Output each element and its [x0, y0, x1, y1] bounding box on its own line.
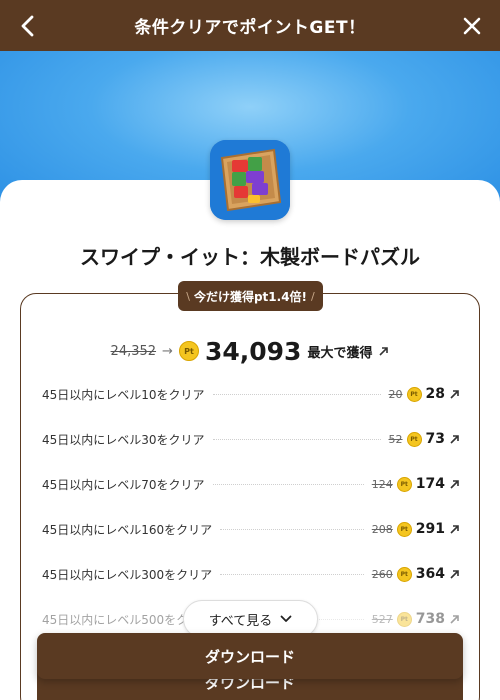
total-old-points: 24,352	[110, 343, 157, 359]
task-label: 45日以内にレベル70をクリア	[42, 477, 205, 492]
task-label: 45日以内にレベル10をクリア	[42, 387, 205, 402]
page-title: 条件クリアでポイントGET！	[134, 18, 366, 38]
dotted-leader	[212, 483, 364, 485]
dotted-leader	[212, 438, 381, 440]
task-label: 45日以内にレベル160をクリア	[42, 522, 213, 537]
point-coin-icon: Pt	[178, 341, 199, 361]
back-button[interactable]	[14, 12, 42, 40]
point-coin-icon: Pt	[406, 386, 422, 402]
task-old-points: 20	[388, 387, 403, 401]
task-old-points: 527	[371, 612, 393, 626]
task-row[interactable]: 45日以内にレベル10をクリア 20 Pt 28	[42, 382, 460, 406]
task-new-points: 174	[415, 476, 445, 492]
see-all-label: すべて見る	[208, 613, 273, 629]
wooden-block-puzzle-icon	[210, 140, 290, 220]
total-arrow: →	[162, 343, 173, 359]
arrow-up-right-icon	[450, 569, 459, 579]
point-coin-icon: Pt	[396, 521, 412, 537]
task-label: 45日以内にレベル300をクリア	[42, 567, 213, 582]
download-label: ダウンロード	[204, 647, 295, 666]
chevron-left-icon	[21, 15, 34, 37]
arrow-up-right-icon	[450, 389, 459, 399]
dotted-leader	[220, 528, 364, 530]
task-row[interactable]: 45日以内にレベル160をクリア 208 Pt 291	[42, 517, 460, 541]
arrow-up-right-icon	[379, 346, 389, 356]
task-old-points: 52	[388, 432, 403, 446]
app-icon	[210, 140, 290, 220]
bonus-ribbon: \ 今だけ獲得pt1.4倍! /	[178, 281, 323, 311]
arrow-up-right-icon	[450, 479, 459, 489]
total-suffix: 最大で獲得	[307, 345, 373, 361]
task-new-points: 738	[415, 611, 445, 627]
task-new-points: 28	[425, 386, 445, 402]
task-row[interactable]: 45日以内にレベル300をクリア 260 Pt 364	[42, 562, 460, 586]
task-old-points: 124	[371, 477, 393, 491]
total-points: 24,352 → Pt 34,093 最大で獲得	[0, 336, 500, 366]
task-old-points: 260	[371, 567, 393, 581]
point-coin-icon: Pt	[396, 566, 412, 582]
task-label: 45日以内にレベル30をクリア	[42, 432, 205, 447]
top-bar: 条件クリアでポイントGET！	[0, 0, 500, 51]
task-label: 45日以内にレベル500をク	[42, 612, 189, 627]
task-row[interactable]: 45日以内にレベル70をクリア 124 Pt 174	[42, 472, 460, 496]
close-icon	[463, 17, 481, 35]
ribbon-tick-right: /	[311, 289, 315, 303]
close-button[interactable]	[458, 12, 486, 40]
total-new-points: 34,093	[204, 336, 302, 366]
task-new-points: 73	[425, 431, 445, 447]
task-new-points: 364	[415, 566, 445, 582]
point-coin-icon: Pt	[396, 611, 412, 627]
chevron-down-icon	[280, 615, 292, 622]
task-old-points: 208	[371, 522, 393, 536]
task-new-points: 291	[415, 521, 445, 537]
task-row[interactable]: 45日以内にレベル30をクリア 52 Pt 73	[42, 427, 460, 451]
ribbon-label: 今だけ獲得pt1.4倍!	[193, 289, 308, 304]
arrow-up-right-icon	[450, 524, 459, 534]
arrow-up-right-icon	[450, 614, 459, 624]
app-name: スワイプ・イット：木製ボードパズル	[80, 245, 420, 269]
dotted-leader	[212, 393, 381, 395]
point-coin-icon: Pt	[406, 431, 422, 447]
arrow-up-right-icon	[450, 434, 459, 444]
point-coin-icon: Pt	[396, 476, 412, 492]
ribbon-tick-left: \	[186, 289, 190, 303]
dotted-leader	[220, 573, 364, 575]
download-button[interactable]: ダウンロード	[37, 633, 463, 679]
